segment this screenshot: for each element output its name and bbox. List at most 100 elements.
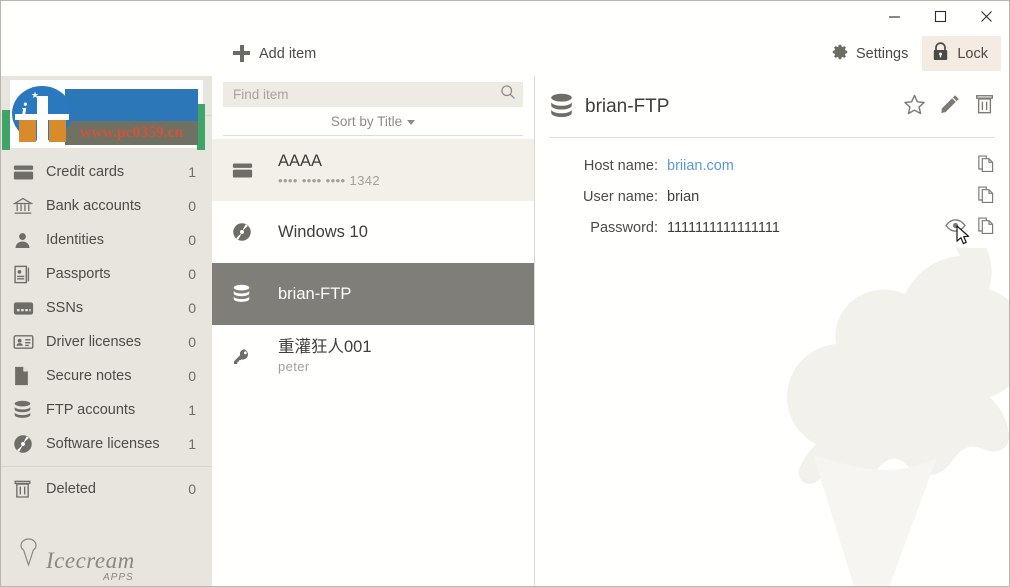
list-item-title: AAAA (278, 152, 323, 171)
field-actions (945, 216, 995, 244)
plus-icon (233, 45, 250, 62)
database-icon (13, 400, 39, 421)
copy-button[interactable] (977, 185, 995, 209)
sidebar-item-driver-licenses[interactable]: Driver licenses 0 (1, 325, 212, 359)
favorite-button[interactable] (903, 93, 926, 121)
field-host-name: Host name: briian.com (535, 150, 1009, 181)
sidebar-item-count: 0 (188, 232, 196, 248)
disc-icon (13, 434, 39, 454)
star-icon (13, 84, 39, 103)
field-actions (977, 154, 995, 178)
sidebar-item-deleted[interactable]: Deleted 0 (1, 472, 212, 506)
list-item[interactable]: Windows 10 (212, 201, 534, 263)
sort-dropdown[interactable]: Sort by Title (223, 107, 523, 136)
lock-button[interactable]: Lock (922, 36, 1001, 71)
bank-icon (13, 196, 39, 216)
search-icon[interactable] (500, 84, 516, 105)
star-outline-icon (903, 93, 926, 121)
copy-icon (977, 185, 995, 209)
maximize-button[interactable] (917, 1, 963, 31)
close-icon (980, 10, 992, 22)
add-item-label: Add item (259, 45, 317, 62)
sidebar-item-count: 0 (188, 334, 196, 350)
field-label: User name: (583, 188, 658, 205)
sidebar-item-label: Credit cards (46, 164, 125, 180)
sidebar-item-count: 0 (188, 481, 196, 497)
sidebar-item-count: 0 (188, 368, 196, 384)
sidebar-item-software-licenses[interactable]: Software licenses 1 (1, 427, 212, 461)
sidebar-item-ssns[interactable]: SSNs 0 (1, 291, 212, 325)
minimize-button[interactable] (871, 1, 917, 31)
edit-button[interactable] (939, 93, 961, 120)
sidebar-item-logins[interactable]: Logins 1 (1, 121, 212, 155)
sidebar-item-count: 0 (188, 300, 196, 316)
trash-icon (13, 479, 39, 499)
sidebar-item-label: Identities (46, 232, 105, 248)
database-icon (549, 93, 585, 121)
list-item-title: 重灌狂人001 (278, 338, 372, 357)
detail-panel: brian-FTP Host name: briian.com User nam… (535, 76, 1009, 586)
item-list: AAAA •••• •••• •••• 1342 Windows 10 brian-F… (212, 136, 534, 586)
copy-button[interactable] (977, 216, 995, 240)
gear-icon (831, 43, 849, 65)
add-item-button[interactable]: Add item (233, 45, 316, 62)
list-item[interactable]: 重灌狂人001 peter (212, 325, 534, 387)
list-item[interactable]: brian-FTP (212, 263, 534, 325)
settings-label: Settings (855, 45, 909, 62)
maximize-icon (934, 10, 946, 22)
field-value[interactable]: brian (667, 189, 977, 205)
eye-icon (945, 218, 966, 238)
sidebar-item-passports[interactable]: Passports 0 (1, 257, 212, 291)
sidebar-nav-list: Favorites 1 Logins 1 Credit cards 1 Bank accou… (1, 76, 212, 537)
sidebar-item-label: SSNs (46, 300, 84, 316)
field-value[interactable]: briian.com (667, 158, 977, 174)
copy-button[interactable] (977, 154, 995, 178)
copy-icon (977, 154, 995, 178)
disc-icon (232, 222, 278, 242)
search-input[interactable] (233, 87, 500, 102)
sidebar-item-count: 1 (188, 130, 196, 146)
close-button[interactable] (963, 1, 1009, 31)
sidebar-item-label: Favorites (46, 85, 106, 101)
delete-button[interactable] (974, 93, 995, 120)
sort-label: Sort by Title (330, 113, 403, 129)
sidebar-item-count: 0 (188, 266, 196, 282)
settings-button[interactable]: Settings (821, 37, 918, 71)
sidebar-divider (1, 466, 212, 467)
sidebar-item-label: Logins (46, 130, 89, 146)
toolbar-right-group: Settings Lock (821, 31, 1001, 76)
database-icon (232, 284, 278, 305)
sidebar-item-count: 0 (188, 198, 196, 214)
lock-label: Lock (957, 45, 988, 62)
ssn-card-icon (13, 301, 39, 316)
search-bar[interactable] (223, 82, 523, 107)
sidebar-item-favorites[interactable]: Favorites 1 (1, 76, 212, 110)
sidebar-item-bank-accounts[interactable]: Bank accounts 0 (1, 189, 212, 223)
field-password: Password: 1111111111111111 (535, 212, 1009, 244)
sidebar-item-label: FTP accounts (46, 402, 136, 418)
list-item-title: brian-FTP (278, 284, 352, 303)
toggle-password-visibility-button[interactable] (945, 218, 966, 238)
detail-fields: Host name: briian.com User name: brian Passw… (535, 138, 1009, 244)
sidebar-item-secure-notes[interactable]: Secure notes 0 (1, 359, 212, 393)
icecream-brand-logo: Icecream APPS (1, 537, 212, 586)
sidebar-item-label: Driver licenses (46, 334, 142, 350)
sidebar-item-label: Passports (46, 266, 111, 282)
lock-icon (932, 42, 949, 65)
detail-header-actions (903, 93, 995, 121)
field-label: Host name: (583, 157, 658, 174)
sidebar-item-ftp-accounts[interactable]: FTP accounts 1 (1, 393, 212, 427)
copy-icon (977, 216, 995, 240)
title-bar (1, 1, 1009, 31)
field-label: Password: (590, 219, 658, 236)
sidebar-item-count: 1 (188, 436, 196, 452)
sidebar-item-credit-cards[interactable]: Credit cards 1 (1, 155, 212, 189)
sidebar-item-count: 1 (188, 164, 196, 180)
field-value[interactable]: 1111111111111111 (667, 220, 945, 236)
app-window: Add item Settings Lock Favorites 1 Login… (0, 0, 1010, 587)
list-item[interactable]: AAAA •••• •••• •••• 1342 (212, 139, 534, 201)
key-icon (13, 129, 39, 148)
sidebar-item-identities[interactable]: Identities 0 (1, 223, 212, 257)
main-body: Favorites 1 Logins 1 Credit cards 1 Bank accou… (1, 76, 1009, 586)
pencil-icon (939, 93, 961, 120)
